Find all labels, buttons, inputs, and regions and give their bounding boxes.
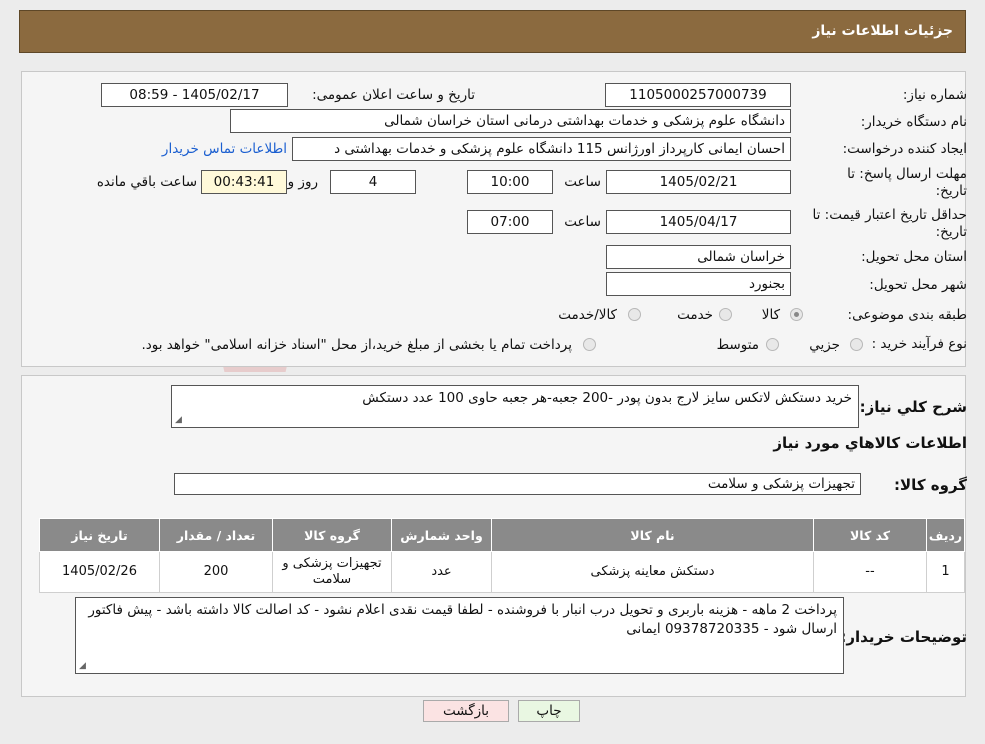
process-option-minor: جزیي — [809, 337, 840, 353]
summary-label: شرح کلي نياز: — [859, 398, 967, 416]
back-button[interactable]: بازگشت — [423, 700, 509, 722]
col-quantity: تعداد / مقدار — [159, 518, 273, 552]
validity-label-line2: تاریخ: — [935, 224, 967, 240]
category-radio-goods[interactable] — [790, 308, 803, 321]
goods-table: رديف کد کالا نام کالا واحد شمارش گروه کا… — [39, 518, 965, 593]
deadline-time-label: ساعت — [564, 174, 601, 190]
print-button[interactable]: چاپ — [518, 700, 580, 722]
category-option-service: خدمت — [677, 307, 713, 323]
process-radio-medium[interactable] — [766, 338, 779, 351]
process-treasury-note: پرداخت تمام یا بخشی از مبلغ خرید،از محل … — [141, 337, 572, 353]
process-radio-minor[interactable] — [850, 338, 863, 351]
process-radio-treasury[interactable] — [583, 338, 596, 351]
goods-info-title: اطلاعات کالاهاي مورد نياز — [773, 434, 967, 452]
col-goods-group: گروه کالا — [272, 518, 392, 552]
table-row: 1 -- دستکش معاینه پزشکی عدد تجهیزات پزشک… — [39, 551, 965, 593]
validity-label-line1: حداقل تاریخ اعتبار قیمت: تا — [812, 207, 967, 223]
resize-grip-icon[interactable]: ◢ — [175, 416, 182, 425]
days-remaining-field: 4 — [330, 170, 416, 194]
validity-date-field: 1405/04/17 — [606, 210, 791, 234]
buyer-org-label: نام دستگاه خریدار: — [860, 114, 967, 130]
buyer-notes-label: توضیحات خریدار: — [840, 628, 967, 646]
validity-time-field: 07:00 — [467, 210, 553, 234]
process-label: نوع فرآیند خرید : — [871, 336, 967, 352]
city-label: شهر محل تحویل: — [869, 277, 967, 293]
goods-table-header-row: رديف کد کالا نام کالا واحد شمارش گروه کا… — [39, 518, 965, 552]
page-title: جزئیات اطلاعات نیاز — [812, 23, 953, 39]
requester-label: ایجاد کننده درخواست: — [842, 141, 967, 157]
col-row-number: رديف — [926, 518, 965, 552]
category-option-goods: کالا — [761, 307, 780, 323]
buyer-notes-textarea[interactable]: پرداخت 2 ماهه - هزینه باربری و تحویل درب… — [75, 597, 844, 674]
city-field: بجنورد — [606, 272, 791, 296]
col-need-date: تاریخ نیاز — [39, 518, 160, 552]
col-unit: واحد شمارش — [391, 518, 492, 552]
requester-field: احسان ایمانی کارپرداز اورژانس 115 دانشگا… — [292, 137, 791, 161]
summary-text: خرید دستکش لاتکس سایز لارج بدون پودر -20… — [362, 390, 852, 406]
time-remaining-label: ساعت باقي مانده — [96, 174, 197, 190]
col-goods-name: نام کالا — [491, 518, 814, 552]
deadline-label-line2: تاریخ: — [935, 183, 967, 199]
page-header: جزئیات اطلاعات نیاز — [19, 10, 966, 53]
cell-goods-name: دستکش معاینه پزشکی — [491, 551, 814, 593]
goods-group-label: گروه کالا: — [894, 476, 967, 494]
need-number-label: شماره نیاز: — [902, 87, 967, 103]
resize-grip-icon[interactable]: ◢ — [79, 662, 86, 671]
validity-time-label: ساعت — [564, 214, 601, 230]
cell-unit: عدد — [391, 551, 492, 593]
province-label: استان محل تحویل: — [861, 249, 967, 265]
cell-row-number: 1 — [926, 551, 965, 593]
announce-label: تاریخ و ساعت اعلان عمومی: — [312, 87, 475, 103]
col-goods-code: کد کالا — [813, 518, 927, 552]
goods-group-field: تجهیزات پزشکی و سلامت — [174, 473, 861, 495]
cell-quantity: 200 — [159, 551, 273, 593]
category-radio-service[interactable] — [719, 308, 732, 321]
process-option-medium: متوسط — [716, 337, 759, 353]
time-remaining-field: 00:43:41 — [201, 170, 287, 194]
deadline-label-line1: مهلت ارسال پاسخ: تا — [847, 166, 967, 182]
summary-textarea[interactable]: خرید دستکش لاتکس سایز لارج بدون پودر -20… — [171, 385, 859, 428]
deadline-date-field: 1405/02/21 — [606, 170, 791, 194]
cell-goods-group: تجهیزات پزشکی و سلامت — [272, 551, 392, 593]
buyer-org-field: دانشگاه علوم پزشکی و خدمات بهداشتی درمان… — [230, 109, 791, 133]
province-field: خراسان شمالی — [606, 245, 791, 269]
buyer-notes-text: پرداخت 2 ماهه - هزینه باربری و تحویل درب… — [88, 602, 837, 637]
deadline-time-field: 10:00 — [467, 170, 553, 194]
contact-info-link[interactable]: اطلاعات تماس خریدار — [162, 141, 287, 157]
category-radio-goods-service[interactable] — [628, 308, 641, 321]
cell-goods-code: -- — [813, 551, 927, 593]
need-number-field: 1105000257000739 — [605, 83, 791, 107]
category-label: طبقه بندی موضوعی: — [847, 307, 967, 323]
days-label: روز و — [287, 174, 318, 190]
announce-datetime-field: 1405/02/17 - 08:59 — [101, 83, 288, 107]
cell-need-date: 1405/02/26 — [39, 551, 160, 593]
category-option-goods-service: کالا/خدمت — [558, 307, 617, 323]
